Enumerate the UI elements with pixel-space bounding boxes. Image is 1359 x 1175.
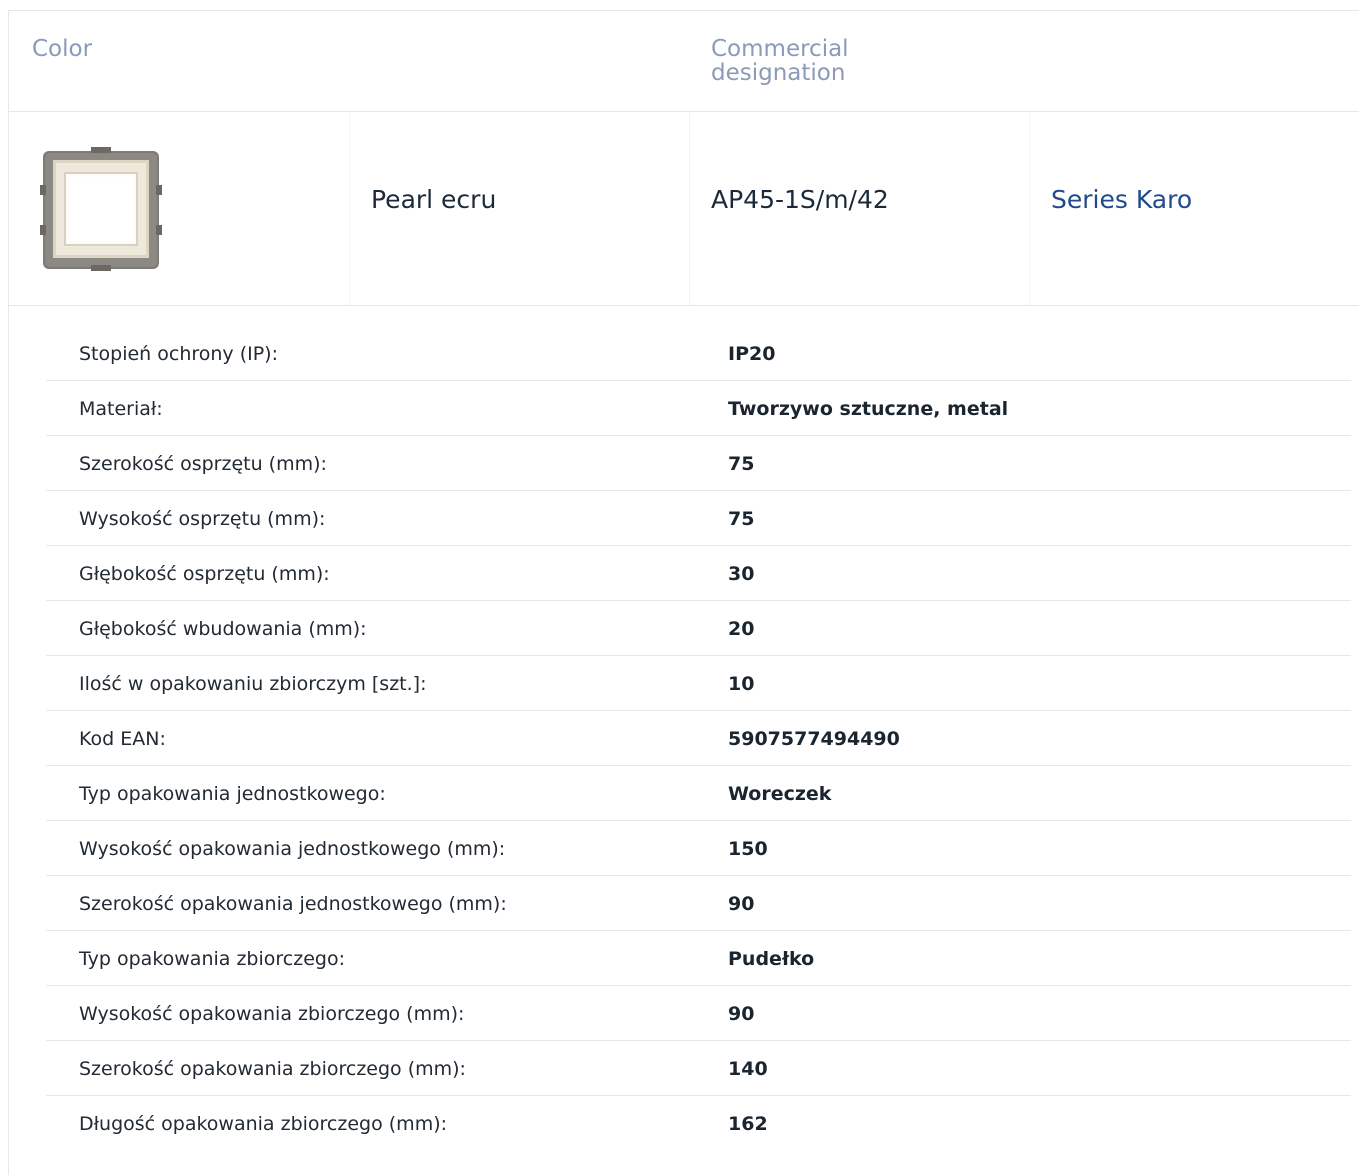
spec-row: Wysokość opakowania zbiorczego (mm): 90 [46, 986, 1351, 1041]
spec-row: Długość opakowania zbiorczego (mm): 162 [46, 1096, 1351, 1151]
column-divider [689, 112, 690, 305]
spec-value: IP20 [728, 343, 776, 365]
spec-row: Wysokość opakowania jednostkowego (mm): … [46, 821, 1351, 876]
spec-row: Stopień ochrony (IP): IP20 [46, 326, 1351, 381]
designation-column-header: Commercial designation [711, 36, 849, 86]
column-divider [349, 112, 350, 305]
spec-label: Ilość w opakowaniu zbiorczym [szt.]: [79, 673, 427, 695]
spec-label: Głębokość osprzętu (mm): [79, 563, 330, 585]
spec-label: Szerokość opakowania jednostkowego (mm): [79, 893, 507, 915]
series-link[interactable]: Series Karo [1051, 185, 1192, 214]
variant-code: AP45-1S/m/42 [711, 185, 889, 214]
spec-value: 140 [728, 1058, 768, 1080]
spec-label: Kod EAN: [79, 728, 166, 750]
spec-value: 75 [728, 508, 755, 530]
spec-label: Typ opakowania jednostkowego: [79, 783, 386, 805]
table-header: Color Commercial designation [9, 11, 1359, 112]
spec-label: Długość opakowania zbiorczego (mm): [79, 1113, 448, 1135]
spec-label: Szerokość opakowania zbiorczego (mm): [79, 1058, 466, 1080]
socket-frame-icon [40, 147, 162, 271]
spec-value: 20 [728, 618, 755, 640]
variant-color: Pearl ecru [371, 185, 497, 214]
spec-value: 90 [728, 1003, 755, 1025]
spec-row: Kod EAN: 5907577494490 [46, 711, 1351, 766]
color-column-header: Color [32, 36, 93, 62]
spec-value: 30 [728, 563, 755, 585]
spec-row: Materiał: Tworzywo sztuczne, metal [46, 381, 1351, 436]
product-variant-row: Pearl ecru AP45-1S/m/42 Series Karo [9, 112, 1359, 306]
specification-table: Stopień ochrony (IP): IP20 Materiał: Two… [46, 326, 1351, 1151]
spec-value: 75 [728, 453, 755, 475]
product-thumbnail[interactable] [39, 145, 167, 273]
spec-row: Typ opakowania zbiorczego: Pudełko [46, 931, 1351, 986]
spec-label: Wysokość osprzętu (mm): [79, 508, 326, 530]
spec-row: Szerokość opakowania jednostkowego (mm):… [46, 876, 1351, 931]
spec-label: Wysokość opakowania zbiorczego (mm): [79, 1003, 465, 1025]
spec-row: Szerokość osprzętu (mm): 75 [46, 436, 1351, 491]
spec-label: Szerokość osprzętu (mm): [79, 453, 327, 475]
product-variant-table: Color Commercial designation Pearl ecru … [8, 10, 1359, 1175]
spec-label: Typ opakowania zbiorczego: [79, 948, 345, 970]
spec-value: Tworzywo sztuczne, metal [728, 398, 1009, 420]
spec-row: Głębokość wbudowania (mm): 20 [46, 601, 1351, 656]
spec-label: Wysokość opakowania jednostkowego (mm): [79, 838, 506, 860]
spec-value: 162 [728, 1113, 768, 1135]
spec-row: Ilość w opakowaniu zbiorczym [szt.]: 10 [46, 656, 1351, 711]
spec-label: Głębokość wbudowania (mm): [79, 618, 367, 640]
spec-value: 150 [728, 838, 768, 860]
spec-row: Wysokość osprzętu (mm): 75 [46, 491, 1351, 546]
spec-value: Woreczek [728, 783, 832, 805]
spec-value: Pudełko [728, 948, 815, 970]
column-divider [1029, 112, 1030, 305]
spec-row: Głębokość osprzętu (mm): 30 [46, 546, 1351, 601]
spec-row: Typ opakowania jednostkowego: Woreczek [46, 766, 1351, 821]
spec-label: Stopień ochrony (IP): [79, 343, 278, 365]
spec-row: Szerokość opakowania zbiorczego (mm): 14… [46, 1041, 1351, 1096]
spec-label: Materiał: [79, 398, 163, 420]
spec-value: 90 [728, 893, 755, 915]
spec-value: 10 [728, 673, 755, 695]
spec-value: 5907577494490 [728, 728, 900, 750]
